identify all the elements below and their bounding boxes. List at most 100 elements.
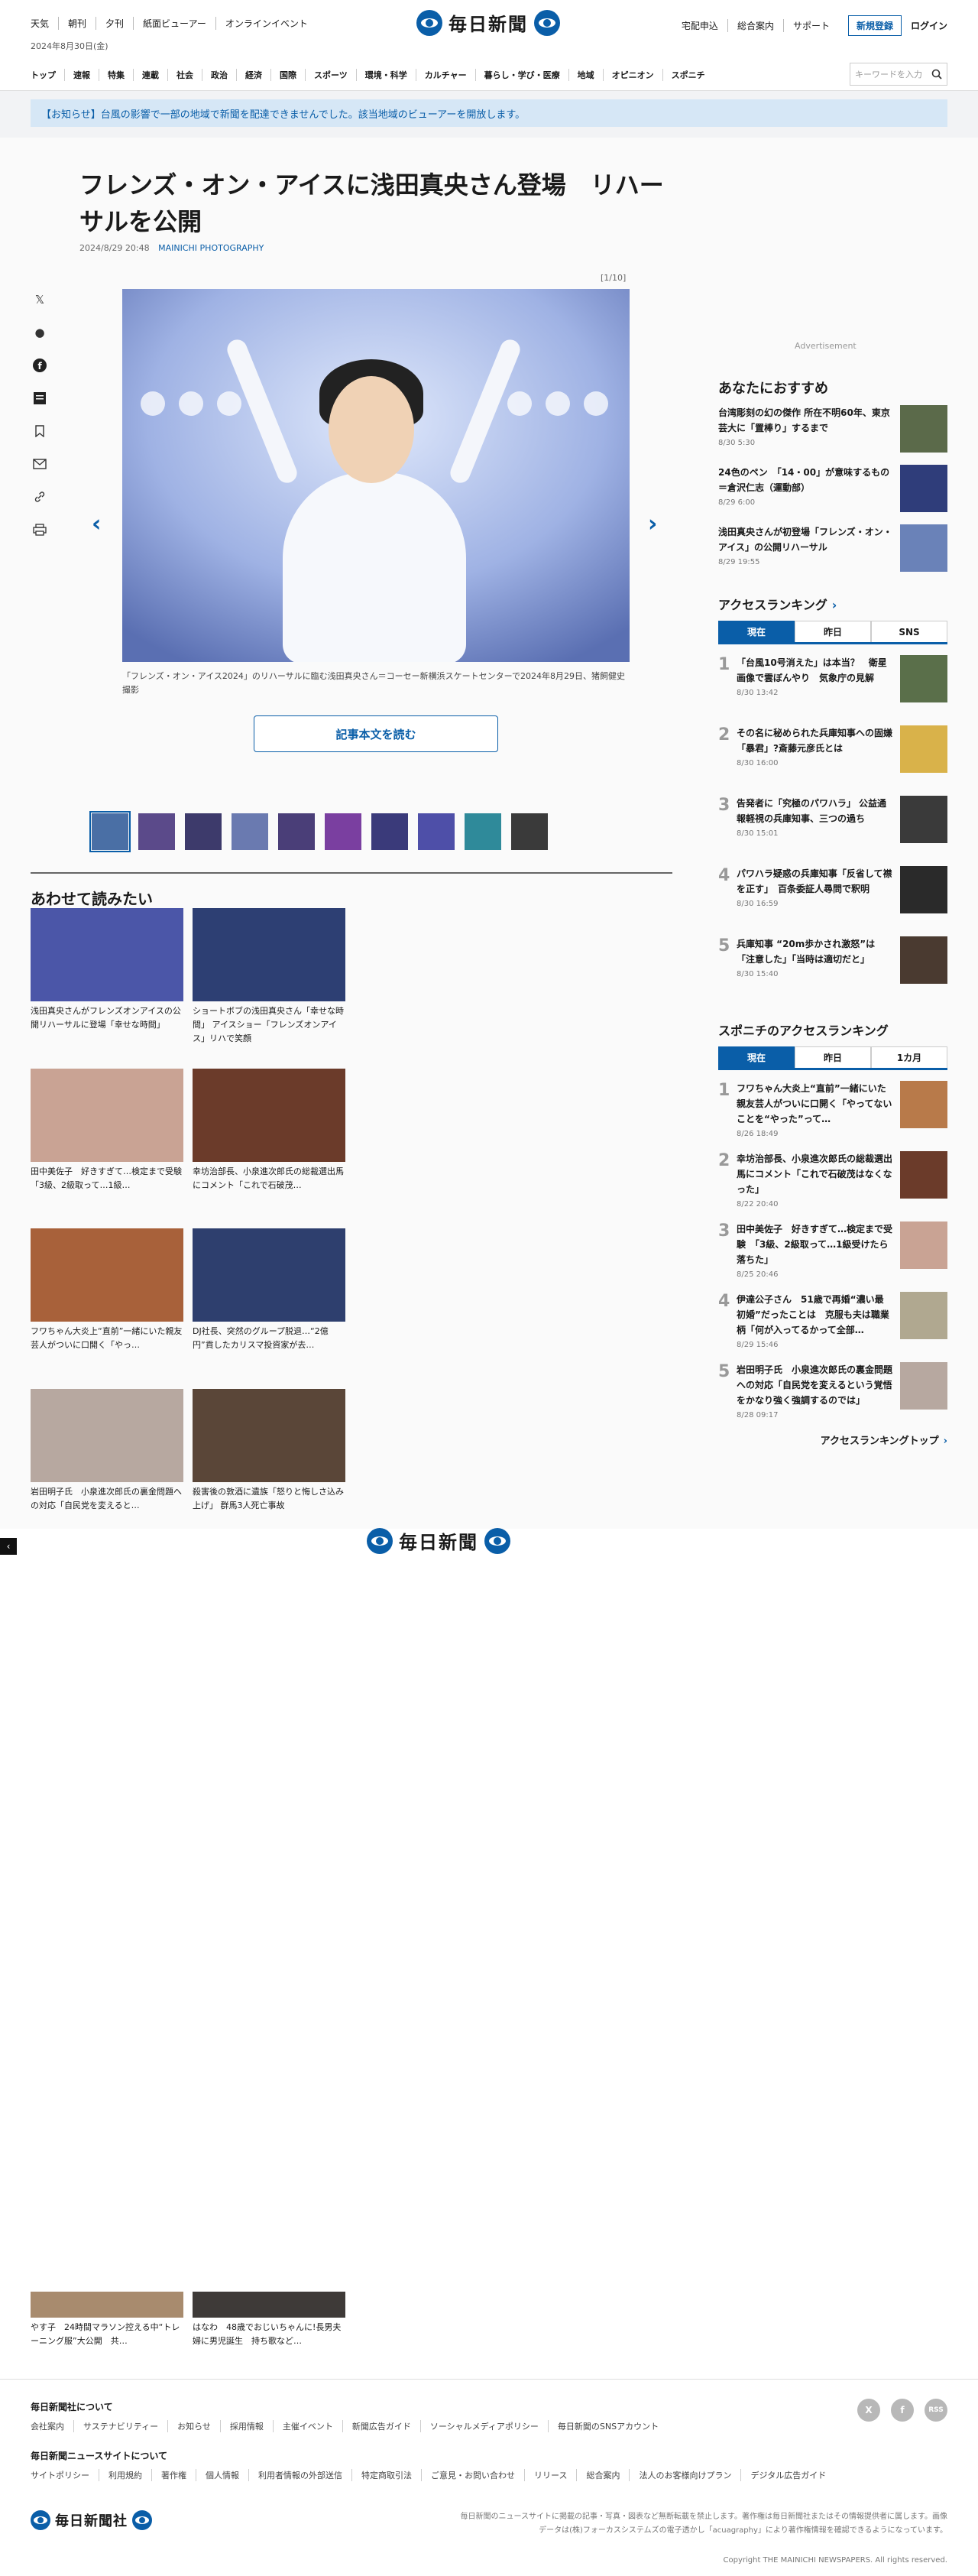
- ranking-item[interactable]: 4 パワハラ疑惑の兵庫知事「反省して襟を正す」 百条委証人尋問で釈明 8/30 16…: [718, 866, 947, 927]
- ranking-top-link[interactable]: アクセスランキングトップ ›: [718, 1432, 947, 1447]
- search-input[interactable]: キーワードを入力: [850, 63, 947, 86]
- tab-sns[interactable]: SNS: [871, 621, 947, 642]
- hatena-icon[interactable]: ●: [31, 323, 49, 342]
- mail-icon[interactable]: [31, 455, 49, 473]
- paper-viewer-link[interactable]: 紙面ビューアー: [133, 17, 215, 30]
- evening-edition-link[interactable]: 夕刊: [96, 17, 133, 30]
- login-button[interactable]: ログイン: [911, 19, 947, 32]
- link-icon[interactable]: [31, 488, 49, 506]
- footer-link[interactable]: 利用規約: [99, 2469, 151, 2481]
- facebook-icon[interactable]: f: [31, 356, 49, 375]
- related-card[interactable]: 殺害後の敦酒に遺族「怒りと悔しさ込み上げ」 群馬3人死亡事故: [193, 1388, 345, 1543]
- footer-link[interactable]: 著作権: [151, 2469, 196, 2481]
- ranking-item[interactable]: 3 田中美佐子 好きすぎて…検定まで受験 「3級、2級取って…1級受けたら落ちた」…: [718, 1221, 947, 1283]
- prev-photo-icon[interactable]: ‹: [92, 511, 101, 537]
- nav-top[interactable]: トップ: [31, 69, 64, 81]
- tab-yesterday[interactable]: 昨日: [795, 1046, 871, 1068]
- footer-link[interactable]: デジタル広告ガイド: [740, 2469, 835, 2481]
- x-icon[interactable]: X: [857, 2399, 880, 2422]
- photo-thumbnail[interactable]: [138, 813, 175, 850]
- ranking-item[interactable]: 1 フワちゃん大炎上“直前”一緒にいた親友芸人がついに口開く「やってないことを“や…: [718, 1081, 947, 1142]
- footer-link[interactable]: 主催イベント: [272, 2420, 342, 2432]
- nav-science[interactable]: 環境・科学: [355, 69, 416, 81]
- related-card[interactable]: フワちゃん大炎上“直前”一緒にいた親友芸人がついに口開く「やっ…: [31, 1228, 183, 1383]
- footer-link[interactable]: サステナビリティー: [73, 2420, 167, 2432]
- footer-link[interactable]: 会社案内: [31, 2420, 73, 2432]
- footer-logo[interactable]: 毎日新聞社: [31, 2510, 152, 2530]
- related-card[interactable]: やす子 24時間マラソン控える中“トレーニング服”大公開 共…: [31, 2292, 183, 2351]
- ranking-item[interactable]: 2 その名に秘められた兵庫知事への固嫌「暴君」?斎藤元彦氏とは 8/30 16:00: [718, 725, 947, 787]
- nav-culture[interactable]: カルチャー: [415, 69, 475, 81]
- nav-economy[interactable]: 経済: [236, 69, 270, 81]
- footer-link[interactable]: 新聞広告ガイド: [342, 2420, 420, 2432]
- weather-link[interactable]: 天気: [31, 17, 58, 30]
- ranking-item[interactable]: 5 兵庫知事 “20m歩かされ激怒”は「注意した」「当時は適切だと」 8/30 15…: [718, 936, 947, 998]
- recommend-item[interactable]: 浅田真央さんが初登場「フレンズ・オン・アイス」の公開リハーサル 8/29 19:5…: [718, 524, 947, 572]
- ranking-item[interactable]: 2 幸坊治部長、小泉進次郎氏の総裁選出馬にコメント「これで石破茂はなくなった」 8/…: [718, 1151, 947, 1212]
- footer-link[interactable]: ご意見・お問い合わせ: [421, 2469, 524, 2481]
- access-ranking-title[interactable]: アクセスランキング ›: [718, 595, 947, 613]
- nav-world[interactable]: 国際: [270, 69, 305, 81]
- footer-link[interactable]: お知らせ: [167, 2420, 220, 2432]
- guide-link[interactable]: 総合案内: [727, 19, 783, 32]
- photo-thumbnail[interactable]: [511, 813, 548, 850]
- nav-breaking[interactable]: 速報: [64, 69, 99, 81]
- related-card[interactable]: 幸坊治部長、小泉進次郎氏の総裁選出馬にコメント「これで石破茂…: [193, 1068, 345, 1223]
- ranking-item[interactable]: 3 告発者に「究極のパワハラ」 公益通報軽視の兵庫知事、三つの過ち 8/30 15:…: [718, 796, 947, 857]
- article-source-link[interactable]: MAINICHI PHOTOGRAPHY: [158, 243, 264, 253]
- related-card[interactable]: DJ社長、突然のグループ脱退…“2億円”貢したカリスマ投資家が去…: [193, 1228, 345, 1383]
- search-icon[interactable]: [931, 69, 942, 79]
- ranking-item[interactable]: 5 岩田明子氏 小泉進次郎氏の裏金問題への対応「自民党を変えるという覚悟をかなり強…: [718, 1362, 947, 1423]
- x-icon[interactable]: 𝕏: [31, 290, 49, 309]
- nav-opinion[interactable]: オピニオン: [602, 69, 662, 81]
- photo-thumbnail[interactable]: [185, 813, 222, 850]
- tab-yesterday[interactable]: 昨日: [795, 621, 871, 642]
- footer-link[interactable]: 毎日新聞のSNSアカウント: [547, 2420, 668, 2432]
- next-photo-icon[interactable]: ›: [648, 511, 657, 537]
- related-card[interactable]: ショートボブの浅田真央さん「幸せな時間」 アイスショー「フレンズオンアイス」リハ…: [193, 908, 345, 1063]
- footer-link[interactable]: 法人のお客様向けプラン: [629, 2469, 740, 2481]
- footer-link[interactable]: 特定商取引法: [351, 2469, 421, 2481]
- footer-link[interactable]: ソーシャルメディアポリシー: [419, 2420, 548, 2432]
- related-card[interactable]: 岩田明子氏 小泉進次郎氏の裏金問題への対応「自民党を変えると…: [31, 1388, 183, 1543]
- photo-thumbnail[interactable]: [89, 811, 131, 852]
- rss-icon[interactable]: RSS: [925, 2399, 947, 2422]
- nav-series[interactable]: 連載: [133, 69, 167, 81]
- tab-month[interactable]: 1カ月: [871, 1046, 947, 1068]
- footer-link[interactable]: 個人情報: [196, 2469, 248, 2481]
- photo-thumbnail[interactable]: [278, 813, 315, 850]
- related-card[interactable]: 田中美佐子 好きすぎて…検定まで受験 「3級、2級取って…1級…: [31, 1068, 183, 1223]
- recommend-item[interactable]: 台湾彫刻の幻の傑作 所在不明60年、東京芸大に「置棒り」するまで 8/30 5:3…: [718, 405, 947, 453]
- photo-thumbnail[interactable]: [418, 813, 455, 850]
- tab-now[interactable]: 現在: [718, 621, 795, 642]
- online-events-link[interactable]: オンラインイベント: [215, 17, 317, 30]
- footer-link[interactable]: リリース: [524, 2469, 576, 2481]
- read-article-button[interactable]: 記事本文を読む: [254, 715, 498, 752]
- bookmark-icon[interactable]: [31, 422, 49, 440]
- footer-link[interactable]: 採用情報: [219, 2420, 273, 2432]
- related-card[interactable]: はなわ 48歳でおじいちゃんに!長男夫婦に男児誕生 持ち歌など…: [193, 2292, 345, 2351]
- notice-banner[interactable]: 【お知らせ】台風の影響で一部の地域で新聞を配達できませんでした。該当地域のビュー…: [31, 99, 947, 127]
- photo-thumbnail[interactable]: [325, 813, 361, 850]
- related-card[interactable]: 浅田真央さんがフレンズオンアイスの公開リハーサルに登場「幸せな時間」: [31, 908, 183, 1063]
- nav-sports[interactable]: スポーツ: [305, 69, 356, 81]
- delivery-link[interactable]: 宅配申込: [672, 19, 727, 32]
- footer-link[interactable]: サイトポリシー: [31, 2469, 99, 2481]
- ranking-item[interactable]: 1 「台風10号消えた」は本当？ 衛星画像で雲ぼんやり 気象庁の見解 8/30 13…: [718, 655, 947, 716]
- facebook-icon[interactable]: f: [891, 2399, 914, 2422]
- footer-link[interactable]: 利用者情報の外部送信: [248, 2469, 351, 2481]
- recommend-item[interactable]: 24色のペン 「14・00」が意味するもの＝倉沢仁志（運動部） 8/29 6:00: [718, 465, 947, 512]
- nav-local[interactable]: 地域: [568, 69, 603, 81]
- nav-life[interactable]: 暮らし・学び・医療: [474, 69, 568, 81]
- nav-politics[interactable]: 政治: [202, 69, 236, 81]
- photo-thumbnail[interactable]: [465, 813, 501, 850]
- chevron-left-icon[interactable]: ‹: [0, 1538, 17, 1555]
- nav-society[interactable]: 社会: [167, 69, 202, 81]
- photo-thumbnail[interactable]: [371, 813, 408, 850]
- print-icon[interactable]: [31, 521, 49, 539]
- note-icon[interactable]: [31, 389, 49, 407]
- nav-features[interactable]: 特集: [99, 69, 133, 81]
- morning-edition-link[interactable]: 朝刊: [58, 17, 96, 30]
- nav-sponichi[interactable]: スポニチ: [662, 69, 714, 81]
- photo-thumbnail[interactable]: [232, 813, 268, 850]
